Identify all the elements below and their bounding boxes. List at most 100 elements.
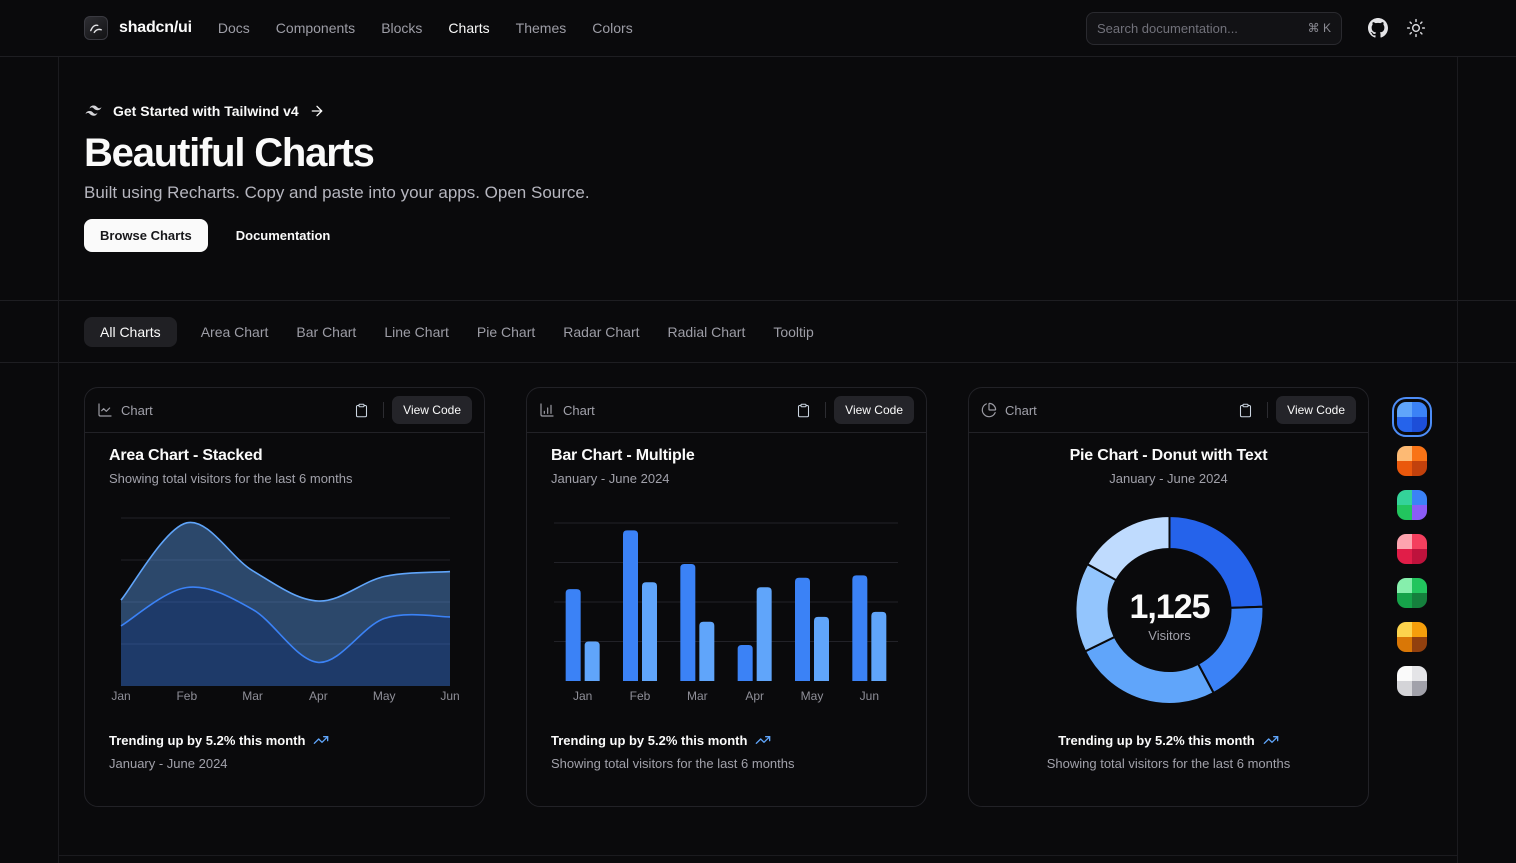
line-chart-icon bbox=[97, 402, 113, 418]
pie-chart-icon bbox=[981, 402, 997, 418]
footer-note: Showing total visitors for the last 6 mo… bbox=[993, 756, 1344, 771]
card-toolbar: Chart View Code bbox=[969, 388, 1368, 433]
theme-picker bbox=[1397, 402, 1427, 696]
clipboard-icon bbox=[1238, 403, 1253, 418]
view-code-button[interactable]: View Code bbox=[1276, 396, 1356, 424]
card-toolbar: Chart View Code bbox=[85, 388, 484, 433]
theme-swatch-blue[interactable] bbox=[1397, 402, 1427, 432]
theme-swatch-red[interactable] bbox=[1397, 534, 1427, 564]
theme-swatch-green[interactable] bbox=[1397, 578, 1427, 608]
chart-card-area-stacked: Chart View Code Area Chart - Stacked Sho… bbox=[84, 387, 485, 807]
tab-all-charts[interactable]: All Charts bbox=[84, 317, 177, 347]
page-subtitle: Built using Recharts. Copy and paste int… bbox=[84, 183, 1516, 203]
tab-area-chart[interactable]: Area Chart bbox=[201, 324, 269, 340]
svg-text:May: May bbox=[373, 689, 396, 703]
theme-swatch-multi[interactable] bbox=[1397, 490, 1427, 520]
copy-code-button[interactable] bbox=[1231, 396, 1259, 424]
svg-text:Feb: Feb bbox=[176, 689, 197, 703]
main-nav: Docs Components Blocks Charts Themes Col… bbox=[218, 20, 633, 36]
footer-note: January - June 2024 bbox=[109, 756, 460, 771]
search-shortcut: ⌘ K bbox=[1308, 21, 1331, 35]
footer-note: Showing total visitors for the last 6 mo… bbox=[551, 756, 902, 771]
trend-text: Trending up by 5.2% this month bbox=[1058, 733, 1254, 748]
toolbar-divider bbox=[825, 402, 826, 418]
chart-type-tabs: All Charts Area Chart Bar Chart Line Cha… bbox=[0, 301, 1516, 363]
arrow-right-icon bbox=[309, 103, 325, 119]
card-toolbar-label: Chart bbox=[1005, 403, 1037, 418]
tab-line-chart[interactable]: Line Chart bbox=[384, 324, 449, 340]
view-code-button[interactable]: View Code bbox=[392, 396, 472, 424]
card-body: Pie Chart - Donut with Text January - Ju… bbox=[969, 433, 1368, 771]
clipboard-icon bbox=[796, 403, 811, 418]
tab-bar-chart[interactable]: Bar Chart bbox=[296, 324, 356, 340]
theme-toggle-button[interactable] bbox=[1406, 18, 1426, 38]
nav-components[interactable]: Components bbox=[276, 20, 355, 36]
svg-text:Jan: Jan bbox=[111, 689, 130, 703]
tailwind-icon bbox=[84, 105, 103, 117]
svg-text:Apr: Apr bbox=[309, 689, 328, 703]
trend-text: Trending up by 5.2% this month bbox=[551, 733, 747, 748]
theme-swatch-gray[interactable] bbox=[1397, 666, 1427, 696]
toolbar-divider bbox=[383, 402, 384, 418]
brand[interactable]: shadcn/ui bbox=[84, 16, 192, 40]
card-toolbar: Chart View Code bbox=[527, 388, 926, 433]
clipboard-icon bbox=[354, 403, 369, 418]
github-icon bbox=[1368, 18, 1388, 38]
chart-description: Showing total visitors for the last 6 mo… bbox=[109, 471, 460, 486]
documentation-button[interactable]: Documentation bbox=[220, 219, 347, 252]
copy-code-button[interactable] bbox=[789, 396, 817, 424]
banner-text: Get Started with Tailwind v4 bbox=[113, 103, 299, 119]
svg-text:Apr: Apr bbox=[745, 689, 764, 703]
chart-title: Bar Chart - Multiple bbox=[551, 447, 902, 465]
grouped-bar-chart: JanFebMarAprMayJun bbox=[551, 510, 904, 710]
sun-icon bbox=[1406, 18, 1426, 38]
svg-text:Mar: Mar bbox=[242, 689, 263, 703]
nav-charts[interactable]: Charts bbox=[448, 20, 489, 36]
trending-up-icon bbox=[755, 732, 771, 748]
theme-swatch-orange[interactable] bbox=[1397, 446, 1427, 476]
trend-text: Trending up by 5.2% this month bbox=[109, 733, 305, 748]
card-body: Bar Chart - Multiple January - June 2024… bbox=[527, 433, 926, 771]
donut-total-label: Visitors bbox=[1148, 628, 1191, 643]
search-box[interactable]: ⌘ K bbox=[1086, 12, 1342, 45]
tab-tooltip[interactable]: Tooltip bbox=[773, 324, 813, 340]
nav-themes[interactable]: Themes bbox=[516, 20, 567, 36]
chart-description: January - June 2024 bbox=[551, 471, 902, 486]
card-footer: Trending up by 5.2% this month January -… bbox=[109, 710, 460, 771]
logo-icon bbox=[84, 16, 108, 40]
card-body: Area Chart - Stacked Showing total visit… bbox=[85, 433, 484, 771]
toolbar-divider bbox=[1267, 402, 1268, 418]
right-page-border bbox=[1457, 57, 1458, 863]
card-footer: Trending up by 5.2% this month Showing t… bbox=[993, 710, 1344, 771]
top-nav: shadcn/ui Docs Components Blocks Charts … bbox=[0, 0, 1516, 57]
chart-area: 1,125 Visitors bbox=[993, 510, 1344, 710]
theme-swatch-amber[interactable] bbox=[1397, 622, 1427, 652]
tab-pie-chart[interactable]: Pie Chart bbox=[477, 324, 535, 340]
svg-text:Jun: Jun bbox=[860, 689, 879, 703]
svg-text:Feb: Feb bbox=[630, 689, 651, 703]
card-footer: Trending up by 5.2% this month Showing t… bbox=[551, 710, 902, 771]
bar-chart-icon bbox=[539, 402, 555, 418]
donut-total: 1,125 bbox=[1129, 588, 1209, 626]
charts-grid: Chart View Code Area Chart - Stacked Sho… bbox=[0, 363, 1516, 807]
header-icons bbox=[1368, 18, 1426, 38]
nav-docs[interactable]: Docs bbox=[218, 20, 250, 36]
copy-code-button[interactable] bbox=[347, 396, 375, 424]
nav-colors[interactable]: Colors bbox=[592, 20, 632, 36]
view-code-button[interactable]: View Code bbox=[834, 396, 914, 424]
chart-card-bar-multiple: Chart View Code Bar Chart - Multiple Jan… bbox=[526, 387, 927, 807]
tailwind-banner-link[interactable]: Get Started with Tailwind v4 bbox=[84, 103, 325, 119]
github-button[interactable] bbox=[1368, 18, 1388, 38]
hero-section: Get Started with Tailwind v4 Beautiful C… bbox=[0, 57, 1516, 301]
svg-text:Jan: Jan bbox=[573, 689, 592, 703]
tab-radar-chart[interactable]: Radar Chart bbox=[563, 324, 639, 340]
browse-charts-button[interactable]: Browse Charts bbox=[84, 219, 208, 252]
brand-name: shadcn/ui bbox=[119, 19, 192, 37]
chart-card-pie-donut: Chart View Code Pie Chart - Donut with T… bbox=[968, 387, 1369, 807]
left-page-border bbox=[58, 57, 59, 863]
bottom-divider bbox=[58, 855, 1457, 856]
search-input[interactable] bbox=[1097, 21, 1300, 36]
nav-blocks[interactable]: Blocks bbox=[381, 20, 422, 36]
tab-radial-chart[interactable]: Radial Chart bbox=[668, 324, 746, 340]
svg-text:Jun: Jun bbox=[440, 689, 459, 703]
